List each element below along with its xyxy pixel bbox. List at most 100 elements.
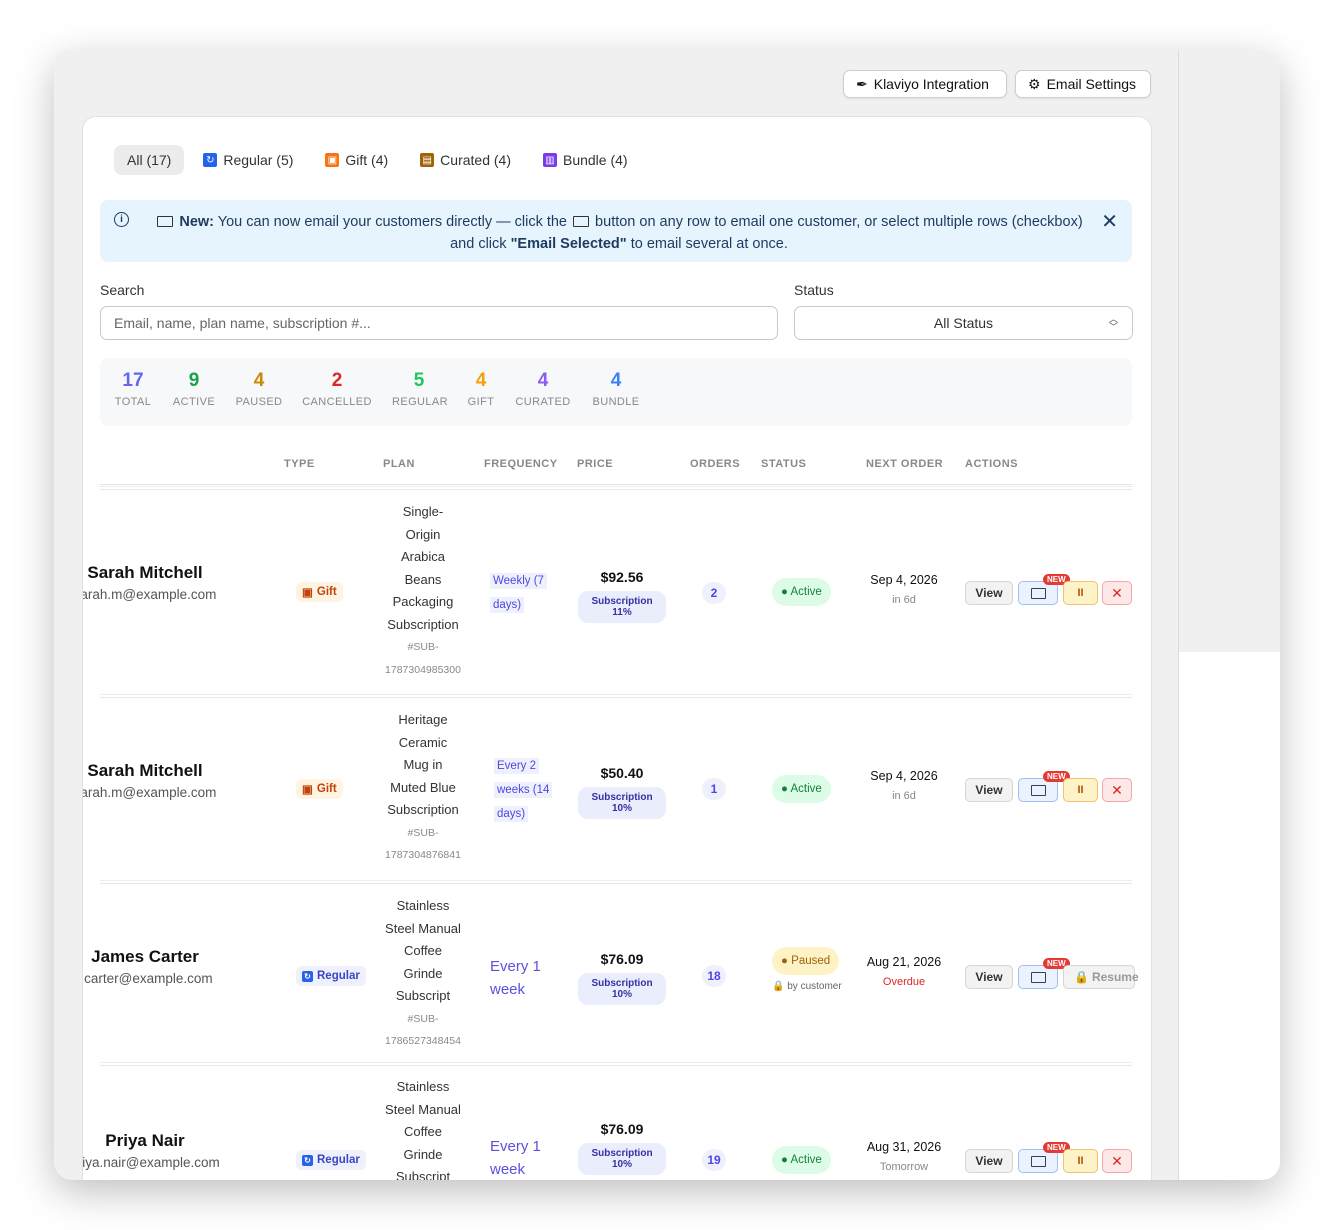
resume-button[interactable]: 🔒 Resume bbox=[1063, 965, 1139, 989]
type-badge: ▣ Gift bbox=[296, 779, 343, 799]
column-actions: ACTIONS bbox=[965, 458, 1018, 470]
frequency-cell: Every 2 weeks (14 days) bbox=[494, 754, 556, 826]
next-order-cell: Aug 21, 2026 Overdue bbox=[866, 955, 942, 988]
table-row[interactable]: Sarah Mitchell sarah.m@example.com ▣ Gift … bbox=[83, 694, 1132, 880]
pause-button[interactable]: II bbox=[1063, 1149, 1098, 1173]
view-button[interactable]: View bbox=[965, 778, 1013, 802]
tab-regular[interactable]: ↻ Regular (5) bbox=[190, 145, 306, 175]
orders-count: 18 bbox=[702, 965, 726, 987]
column-next-order[interactable]: NEXT ORDER bbox=[866, 458, 943, 470]
cancel-button[interactable]: ✕ bbox=[1102, 581, 1132, 605]
bundle-icon: ▥ bbox=[542, 153, 557, 167]
price-cell: $92.56 Subscription 11% bbox=[578, 569, 666, 623]
frequency-cell: Every 1 week bbox=[490, 1138, 541, 1178]
status-cell: ● Active bbox=[772, 578, 831, 606]
frequency-cell: Every 1 week bbox=[490, 958, 541, 998]
refresh-icon: ↻ bbox=[302, 1154, 313, 1166]
orders-count: 19 bbox=[702, 1149, 726, 1171]
status-cell: ● Active bbox=[772, 1146, 831, 1174]
next-order-cell: Aug 31, 2026 Tomorrow bbox=[866, 1140, 942, 1173]
lock-icon: 🔒 bbox=[772, 981, 785, 992]
gift-icon: ▣ bbox=[325, 153, 340, 167]
side-panel bbox=[1178, 50, 1280, 1180]
email-settings-button[interactable]: ⚙ Email Settings bbox=[1015, 70, 1151, 98]
type-tabs: All (17) ↻ Regular (5) ▣ Gift (4) ▤ Curated… bbox=[114, 145, 641, 175]
plan-cell: Heritage Ceramic Mug in Muted Blue Subscript… bbox=[385, 712, 461, 861]
cancel-button[interactable]: ✕ bbox=[1102, 778, 1132, 802]
column-frequency[interactable]: FREQUENCY bbox=[484, 458, 558, 470]
tab-bundle[interactable]: ▥ Bundle (4) bbox=[530, 145, 641, 175]
stats-bar: 17 TOTAL 9 ACTIVE 4 PAUSED 2 CANCELLED 5 REGU… bbox=[100, 358, 1132, 426]
column-orders[interactable]: ORDERS bbox=[690, 458, 740, 470]
next-order-cell: Sep 4, 2026 in 6d bbox=[870, 573, 938, 606]
customer-cell: James Carter j.carter@example.com bbox=[83, 939, 230, 1005]
status-cell: ● Paused 🔒 by customer bbox=[772, 947, 842, 992]
mail-icon bbox=[1030, 1155, 1046, 1167]
mail-icon bbox=[1030, 784, 1046, 796]
tab-curated[interactable]: ▤ Curated (4) bbox=[407, 145, 524, 175]
chevron-updown-icon: ︿ ﹀ bbox=[1108, 314, 1118, 332]
stat-bundle: 4 BUNDLE bbox=[592, 370, 640, 408]
frequency-cell: Weekly (7 days) bbox=[490, 569, 552, 617]
klaviyo-integration-button[interactable]: ✒ Klaviyo Integration bbox=[843, 70, 1007, 98]
refresh-icon: ↻ bbox=[203, 153, 218, 167]
customer-cell: Sarah Mitchell sarah.m@example.com bbox=[83, 555, 230, 621]
search-input[interactable]: Email, name, plan name, subscription #..… bbox=[100, 306, 778, 340]
stat-paused: 4 PAUSED bbox=[235, 370, 283, 408]
mail-icon bbox=[1030, 971, 1046, 983]
table-row[interactable]: Sarah Mitchell sarah.m@example.com ▣ Gift … bbox=[83, 486, 1132, 694]
info-banner: i New: You can now email your customers … bbox=[100, 200, 1132, 262]
column-plan[interactable]: PLAN bbox=[383, 458, 415, 470]
info-icon: i bbox=[114, 212, 129, 227]
view-button[interactable]: View bbox=[965, 965, 1013, 989]
lock-icon: 🔒 bbox=[1074, 970, 1089, 984]
status-badge: ● Active bbox=[772, 775, 831, 803]
table-row[interactable]: James Carter j.carter@example.com ↻ Regula… bbox=[83, 880, 1139, 1062]
status-cell: ● Active bbox=[772, 775, 831, 803]
column-price[interactable]: PRICE bbox=[577, 458, 613, 470]
plan-cell: Single- Origin Arabica Beans Packaging Subscr… bbox=[385, 504, 461, 676]
type-badge: ▣ Gift bbox=[296, 582, 343, 602]
pause-button[interactable]: II bbox=[1063, 581, 1098, 605]
search-label: Search bbox=[100, 282, 145, 298]
customer-cell: Priya Nair priya.nair@example.com bbox=[83, 1123, 230, 1180]
close-icon[interactable]: ✕ bbox=[1101, 209, 1118, 234]
tab-all[interactable]: All (17) bbox=[114, 145, 185, 175]
stat-cancelled: 2 CANCELLED bbox=[302, 370, 372, 408]
refresh-icon: ↻ bbox=[302, 970, 313, 982]
banner-text: New: You can now email your customers di… bbox=[144, 211, 1094, 255]
plan-cell: Stainless Steel Manual Coffee Grinde Subscri… bbox=[385, 1079, 461, 1180]
column-type[interactable]: TYPE bbox=[284, 458, 315, 470]
status-label: Status bbox=[794, 282, 834, 298]
pause-button[interactable]: II bbox=[1063, 778, 1098, 802]
cancel-button[interactable]: ✕ bbox=[1102, 1149, 1132, 1173]
next-order-cell: Sep 4, 2026 in 6d bbox=[870, 769, 938, 802]
customer-cell: Sarah Mitchell sarah.m@example.com bbox=[83, 753, 230, 819]
stat-curated: 4 CURATED bbox=[515, 370, 571, 408]
status-badge: ● Active bbox=[772, 578, 831, 606]
gift-icon: ▣ bbox=[302, 784, 313, 796]
gear-icon: ⚙ bbox=[1028, 75, 1041, 92]
stat-active: 9 ACTIVE bbox=[172, 370, 216, 408]
stat-total: 17 TOTAL bbox=[114, 370, 152, 408]
tab-gift[interactable]: ▣ Gift (4) bbox=[312, 145, 401, 175]
column-status[interactable]: STATUS bbox=[761, 458, 806, 470]
gift-icon: ▣ bbox=[302, 587, 313, 599]
box-icon: ▤ bbox=[420, 153, 435, 167]
table-header: TYPE PLAN FREQUENCY PRICE ORDERS STATUS … bbox=[100, 450, 1132, 485]
type-badge: ↻ Regular bbox=[296, 1150, 366, 1170]
mail-icon bbox=[1030, 587, 1046, 599]
price-cell: $76.09 Subscription 10% bbox=[578, 1121, 666, 1175]
stat-regular: 5 REGULAR bbox=[392, 370, 448, 408]
price-cell: $50.40 Subscription 10% bbox=[578, 765, 666, 819]
plan-cell: Stainless Steel Manual Coffee Grinde Subscri… bbox=[385, 898, 461, 1047]
view-button[interactable]: View bbox=[965, 1149, 1013, 1173]
status-badge: ● Active bbox=[772, 1146, 831, 1174]
subscriptions-card: All (17) ↻ Regular (5) ▣ Gift (4) ▤ Curated… bbox=[82, 116, 1152, 1180]
orders-count: 2 bbox=[702, 582, 726, 604]
mail-icon bbox=[573, 215, 590, 227]
view-button[interactable]: View bbox=[965, 581, 1013, 605]
status-select[interactable]: All Status ︿ ﹀ bbox=[794, 306, 1133, 340]
type-badge: ↻ Regular bbox=[296, 966, 366, 986]
table-row[interactable]: Priya Nair priya.nair@example.com ↻ Regula… bbox=[83, 1062, 1132, 1180]
